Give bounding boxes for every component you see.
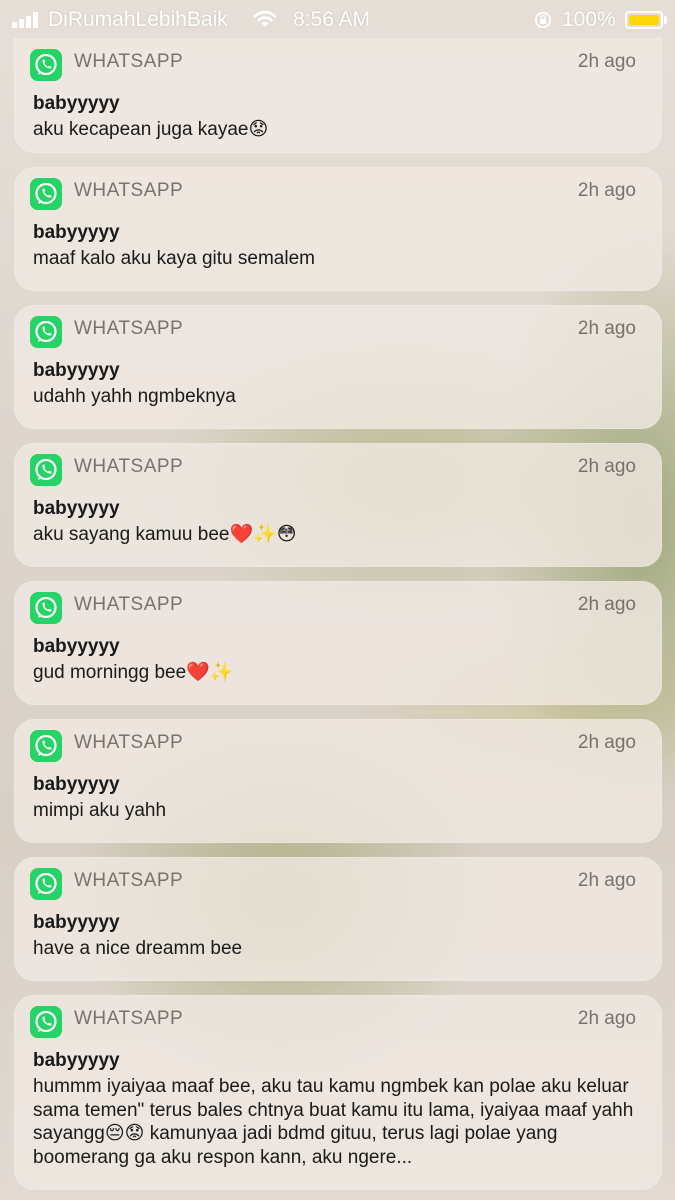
notification-message: hummm iyaiyaa maaf bee, aku tau kamu ngm… [33, 1076, 634, 1168]
whatsapp-icon [30, 868, 62, 900]
notification-sender: babyyyyy [33, 912, 120, 933]
notification-message: maaf kalo aku kaya gitu semalem [33, 248, 315, 269]
notification-message: have a nice dreamm bee [33, 938, 243, 959]
whatsapp-icon [30, 316, 62, 348]
whatsapp-icon [30, 592, 62, 624]
notification-sender: babyyyyy [33, 636, 120, 657]
notification-message: udahh yahh ngmbeknya [33, 386, 236, 407]
notification-card[interactable]: WHATSAPP 2h ago babyyyyy gud morningg bee❤️… [14, 581, 662, 705]
notification-message: aku sayang kamuu bee❤️✨😳 [33, 524, 297, 545]
whatsapp-icon [30, 1006, 62, 1038]
notification-sender: babyyyyy [33, 93, 120, 114]
whatsapp-icon [30, 49, 62, 81]
notification-time: 2h ago [577, 51, 636, 72]
app-name: WHATSAPP [74, 870, 184, 891]
app-name: WHATSAPP [74, 180, 184, 201]
notification-card[interactable]: WHATSAPP 2h ago babyyyyy maaf kalo aku kaya… [14, 167, 662, 291]
app-name: WHATSAPP [74, 732, 184, 753]
notification-time: 2h ago [577, 870, 636, 891]
notification-sender: babyyyyy [33, 1050, 120, 1071]
whatsapp-icon [30, 730, 62, 762]
app-name: WHATSAPP [74, 51, 184, 72]
app-name: WHATSAPP [74, 318, 184, 339]
notification-message: aku kecapean juga kayae😟 [33, 119, 269, 140]
notification-time: 2h ago [577, 1008, 636, 1029]
notification-message: mimpi aku yahh [33, 800, 167, 821]
whatsapp-icon [30, 178, 62, 210]
notification-message: gud morningg bee❤️✨ [33, 662, 234, 683]
notification-card[interactable]: WHATSAPP 2h ago babyyyyy aku sayang kamuu b… [14, 443, 662, 567]
notification-time: 2h ago [577, 180, 636, 201]
notification-card[interactable]: WHATSAPP 2h ago babyyyyy hummm iyaiyaa maaf… [14, 995, 662, 1190]
notification-time: 2h ago [577, 732, 636, 753]
notification-sender: babyyyyy [33, 498, 120, 519]
notification-list: WHATSAPP 2h ago babyyyyy aku kecapean juga … [0, 0, 675, 1200]
notification-time: 2h ago [577, 594, 636, 615]
app-name: WHATSAPP [74, 594, 184, 615]
notification-sender: babyyyyy [33, 222, 120, 243]
app-name: WHATSAPP [74, 1008, 184, 1029]
notification-time: 2h ago [577, 318, 636, 339]
notification-card[interactable]: WHATSAPP 2h ago babyyyyy aku kecapean juga … [14, 38, 662, 153]
whatsapp-icon [30, 454, 62, 486]
notification-card[interactable]: WHATSAPP 2h ago babyyyyy udahh yahh ngmbekn… [14, 305, 662, 429]
notification-card[interactable]: WHATSAPP 2h ago babyyyyy have a nice dreamm… [14, 857, 662, 981]
notification-time: 2h ago [577, 456, 636, 477]
notification-card[interactable]: WHATSAPP 2h ago babyyyyy mimpi aku yahh [14, 719, 662, 843]
notification-sender: babyyyyy [33, 360, 120, 381]
app-name: WHATSAPP [74, 456, 184, 477]
notification-sender: babyyyyy [33, 774, 120, 795]
